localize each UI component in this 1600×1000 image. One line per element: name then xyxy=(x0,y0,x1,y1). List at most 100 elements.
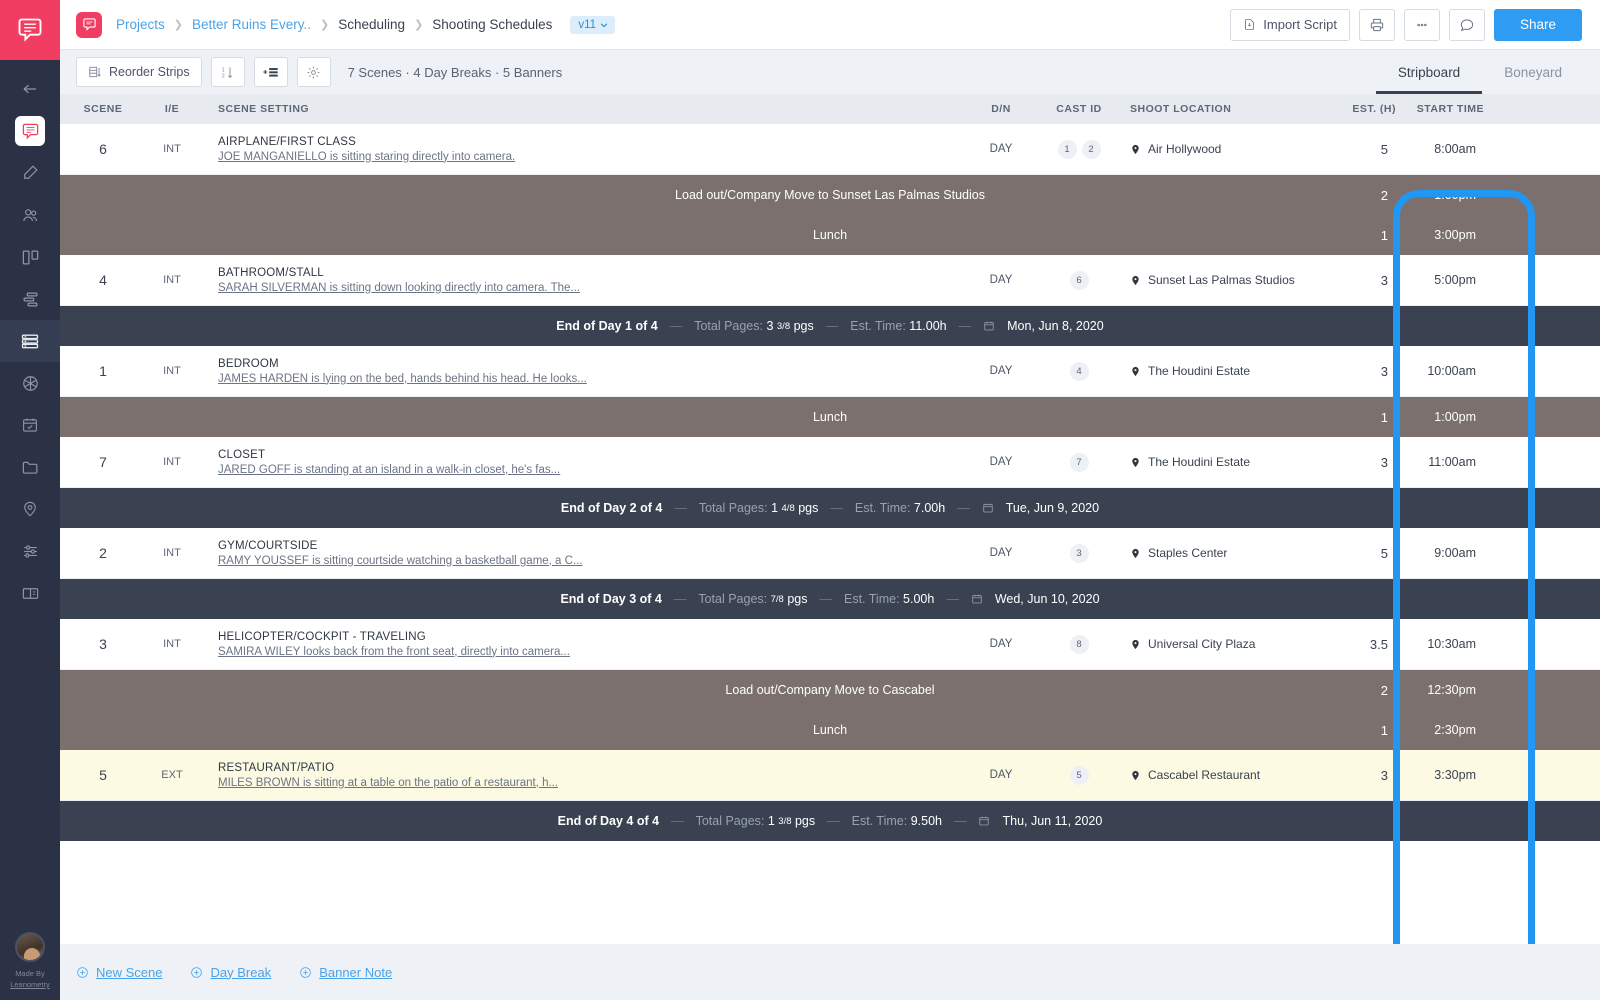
sidebar-item-shotlist[interactable] xyxy=(0,278,60,320)
day-break-divider: — xyxy=(953,814,967,828)
banner-start-time[interactable]: 12:30pm xyxy=(1402,670,1490,710)
cast-id-chip[interactable]: 8 xyxy=(1069,634,1089,654)
scene-description[interactable]: RAMY YOUSSEF is sitting courtside watchi… xyxy=(218,555,964,567)
scene-start-time[interactable]: 10:30am xyxy=(1402,637,1490,651)
banner-start-time[interactable]: 3:00pm xyxy=(1402,215,1490,255)
day-break-date[interactable]: Tue, Jun 9, 2020 xyxy=(1006,501,1099,515)
banner-est-hours[interactable]: 1 xyxy=(1330,215,1402,255)
scene-est-hours[interactable]: 3 xyxy=(1330,273,1402,288)
banner-est-hours[interactable]: 1 xyxy=(1330,397,1402,437)
banner-est-hours[interactable]: 1 xyxy=(1330,710,1402,750)
cast-id-chip[interactable]: 1 xyxy=(1057,139,1077,159)
banner-strip-row[interactable]: Load out/Company Move to Cascabel 2 12:30p… xyxy=(60,670,1600,710)
banner-start-time[interactable]: 2:30pm xyxy=(1402,710,1490,750)
add-strip-button[interactable] xyxy=(253,57,288,87)
scene-description[interactable]: SARAH SILVERMAN is sitting down looking … xyxy=(218,282,964,294)
breadcrumb-project[interactable]: Better Ruins Every.. xyxy=(192,17,311,32)
location-pin-icon xyxy=(24,501,36,517)
day-break-date[interactable]: Wed, Jun 10, 2020 xyxy=(995,592,1100,606)
made-by-line2[interactable]: Leanometry xyxy=(10,980,50,989)
cast-id-chip[interactable]: 4 xyxy=(1069,361,1089,381)
comments-button[interactable] xyxy=(1448,8,1485,41)
sidebar-item-calendar[interactable] xyxy=(0,404,60,446)
settings-button[interactable] xyxy=(296,57,331,87)
day-break-button[interactable]: Day Break xyxy=(190,965,271,980)
scene-strip-row[interactable]: 4 INT BATHROOM/STALL SARAH SILVERMAN is sit… xyxy=(60,255,1600,306)
scene-est-hours[interactable]: 5 xyxy=(1330,142,1402,157)
scene-strip-row[interactable]: 6 INT AIRPLANE/FIRST CLASS JOE MANGANIELLO … xyxy=(60,124,1600,175)
sidebar-item-script[interactable] xyxy=(0,110,60,152)
scene-strip-row[interactable]: 5 EXT RESTAURANT/PATIO MILES BROWN is sitti… xyxy=(60,750,1600,801)
sort-button[interactable]: 1 2 xyxy=(210,57,245,87)
scene-est-hours[interactable]: 3 xyxy=(1330,768,1402,783)
sidebar-item-locations[interactable] xyxy=(0,488,60,530)
breadcrumb-scheduling[interactable]: Scheduling xyxy=(338,17,405,32)
scene-start-time[interactable]: 9:00am xyxy=(1402,546,1490,560)
version-selector[interactable]: v11 xyxy=(570,15,616,34)
tab-stripboard[interactable]: Stripboard xyxy=(1376,50,1482,94)
banner-strip-row[interactable]: Load out/Company Move to Sunset Las Palm… xyxy=(60,175,1600,215)
banner-start-time[interactable]: 1:00pm xyxy=(1402,397,1490,437)
project-badge-icon[interactable] xyxy=(76,11,102,38)
sidebar-item-scheduling[interactable] xyxy=(0,320,60,362)
sidebar-item-write[interactable] xyxy=(0,152,60,194)
scene-est-hours[interactable]: 3.5 xyxy=(1330,637,1402,652)
scene-strip-row[interactable]: 7 INT CLOSET JARED GOFF is standing at an i… xyxy=(60,437,1600,488)
banner-strip-row[interactable]: Lunch 1 1:00pm xyxy=(60,397,1600,437)
new-scene-button[interactable]: New Scene xyxy=(76,965,162,980)
scene-description[interactable]: JAMES HARDEN is lying on the bed, hands … xyxy=(218,373,964,385)
day-break-row[interactable]: End of Day 3 of 4 — Total Pages: 7/8 pgs — E… xyxy=(60,579,1600,619)
banner-est-hours[interactable]: 2 xyxy=(1330,670,1402,710)
sidebar-item-cast[interactable] xyxy=(0,194,60,236)
sidebar-item-settings[interactable] xyxy=(0,530,60,572)
share-button[interactable]: Share xyxy=(1493,8,1582,41)
day-break-title: End of Day 4 of 4 xyxy=(557,814,660,828)
scene-start-time[interactable]: 10:00am xyxy=(1402,364,1490,378)
scene-est-hours[interactable]: 3 xyxy=(1330,364,1402,379)
sidebar-item-files[interactable] xyxy=(0,446,60,488)
scene-strip-row[interactable]: 1 INT BEDROOM JAMES HARDEN is lying on the … xyxy=(60,346,1600,397)
banner-strip-row[interactable]: Lunch 1 3:00pm xyxy=(60,215,1600,255)
sidebar-item-camera[interactable] xyxy=(0,362,60,404)
day-break-date[interactable]: Mon, Jun 8, 2020 xyxy=(1007,319,1104,333)
banner-strip-row[interactable]: Lunch 1 2:30pm xyxy=(60,710,1600,750)
day-break-est-time: Est. Time: 5.00h xyxy=(843,592,935,606)
cast-id-chip[interactable]: 6 xyxy=(1069,270,1089,290)
cast-id-chip[interactable]: 7 xyxy=(1069,452,1089,472)
scene-strip-row[interactable]: 2 INT GYM/COURTSIDE RAMY YOUSSEF is sitting… xyxy=(60,528,1600,579)
scene-start-time[interactable]: 3:30pm xyxy=(1402,768,1490,782)
cast-id-chip[interactable]: 5 xyxy=(1069,765,1089,785)
avatar[interactable] xyxy=(15,932,45,962)
scene-start-time[interactable]: 8:00am xyxy=(1402,142,1490,156)
scene-start-time[interactable]: 5:00pm xyxy=(1402,273,1490,287)
breadcrumb-projects[interactable]: Projects xyxy=(116,17,165,32)
sidebar-item-collapse[interactable] xyxy=(0,68,60,110)
cast-id-chip[interactable]: 3 xyxy=(1069,543,1089,563)
more-options-button[interactable] xyxy=(1403,8,1440,41)
reorder-strips-button[interactable]: Reorder Strips xyxy=(76,57,202,87)
day-break-est-time: Est. Time: 11.00h xyxy=(850,319,947,333)
day-break-row[interactable]: End of Day 4 of 4 — Total Pages: 1 3/8 pgs… xyxy=(60,801,1600,841)
scene-est-hours[interactable]: 5 xyxy=(1330,546,1402,561)
banner-est-hours[interactable]: 2 xyxy=(1330,175,1402,215)
banner-note-button[interactable]: Banner Note xyxy=(299,965,392,980)
scene-description[interactable]: JOE MANGANIELLO is sitting staring direc… xyxy=(218,151,964,163)
tab-boneyard[interactable]: Boneyard xyxy=(1482,50,1584,94)
app-logo[interactable] xyxy=(0,0,60,60)
scene-description[interactable]: SAMIRA WILEY looks back from the front s… xyxy=(218,646,964,658)
scene-est-hours[interactable]: 3 xyxy=(1330,455,1402,470)
scene-description[interactable]: MILES BROWN is sitting at a table on the… xyxy=(218,777,964,789)
cast-id-chip[interactable]: 2 xyxy=(1081,139,1101,159)
day-break-date[interactable]: Thu, Jun 11, 2020 xyxy=(1002,814,1102,828)
sidebar-item-reports[interactable] xyxy=(0,572,60,614)
scene-day-night: DAY xyxy=(989,638,1013,650)
day-break-row[interactable]: End of Day 1 of 4 — Total Pages: 3 3/8 pgs… xyxy=(60,306,1600,346)
scene-strip-row[interactable]: 3 INT HELICOPTER/COCKPIT - TRAVELING SAMIRA… xyxy=(60,619,1600,670)
sidebar-item-breakdown[interactable] xyxy=(0,236,60,278)
import-script-button[interactable]: Import Script xyxy=(1230,8,1350,41)
scene-description[interactable]: JARED GOFF is standing at an island in a… xyxy=(218,464,964,476)
banner-start-time[interactable]: 1:00pm xyxy=(1402,175,1490,215)
scene-start-time[interactable]: 11:00am xyxy=(1402,455,1490,469)
day-break-row[interactable]: End of Day 2 of 4 — Total Pages: 1 4/8 pgs… xyxy=(60,488,1600,528)
print-button[interactable] xyxy=(1358,8,1395,41)
